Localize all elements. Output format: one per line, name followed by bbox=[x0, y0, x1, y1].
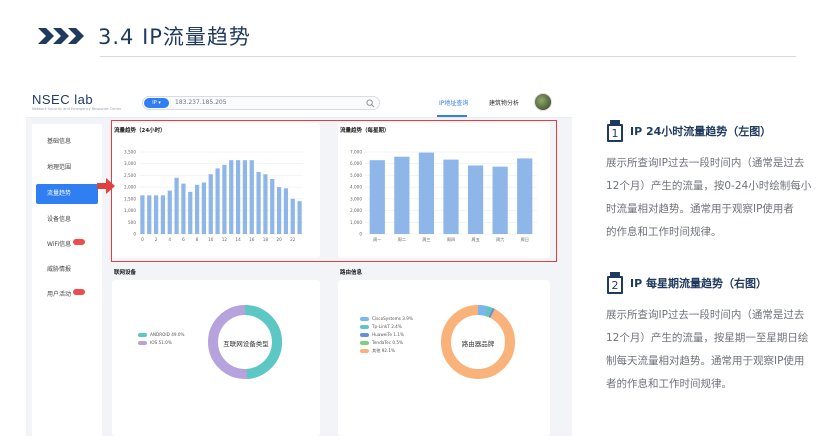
sidebar-item-label: WiFi信息 bbox=[47, 241, 72, 248]
number-badge-label: 2 bbox=[612, 279, 619, 292]
app-screenshot: NSEC lab Network Security and Emergency … bbox=[26, 86, 572, 436]
sidebar-item-geo-range[interactable]: 地理范围 bbox=[32, 158, 102, 178]
number-badge-icon: 1 bbox=[607, 120, 623, 142]
description-hourly: 1 IP 24小时流量趋势（左图） 展示所查询IP过去一段时间内（通常是过去 1… bbox=[606, 120, 826, 244]
sidebar: 基础信息 地理范围 流量趋势 设备信息 WiFi信息 威胁情报 用户活动 bbox=[32, 124, 102, 436]
chevron-right-icon bbox=[38, 28, 84, 44]
app-logo: NSEC lab bbox=[32, 92, 94, 107]
sidebar-item-wifi-info[interactable]: WiFi信息 bbox=[32, 235, 102, 255]
new-badge bbox=[73, 288, 86, 295]
devices-card: ANDROID 49.0% IOS 51.0% 互联网设备类型 bbox=[112, 280, 320, 436]
description-title: IP 每星期流量趋势（右图） bbox=[630, 277, 767, 290]
description-line: 12个月）产生的流量，按星期一至星期日绘 bbox=[606, 332, 809, 344]
router-card: CiscoSystems 3.9% Tp-LinkT 2.4% HuaweiTe… bbox=[338, 280, 550, 436]
highlight-box bbox=[111, 120, 557, 262]
sidebar-item-device-info[interactable]: 设备信息 bbox=[32, 210, 102, 230]
description-line: 展示所查询IP过去一段时间内（通常是过去 bbox=[606, 309, 805, 321]
description-line: 时流量相对趋势。通常用于观察IP使用者 bbox=[606, 203, 794, 215]
donut-center-label: 互联网设备类型 bbox=[223, 340, 269, 348]
sidebar-item-threat-intel[interactable]: 威胁情报 bbox=[32, 260, 102, 280]
donut-center-label: 路由器品牌 bbox=[461, 340, 495, 348]
description-line: 12个月）产生的流量，按0-24小时绘制每小 bbox=[606, 180, 812, 192]
description-line: 的作息和工作时间规律。 bbox=[606, 226, 722, 238]
number-badge-icon: 2 bbox=[607, 272, 623, 294]
sidebar-item-label: 地理范围 bbox=[47, 164, 72, 171]
description-title: IP 24小时流量趋势（左图） bbox=[630, 125, 772, 138]
router-section-title: 路由信息 bbox=[340, 270, 363, 276]
number-badge-label: 1 bbox=[612, 127, 619, 140]
sidebar-item-user-activity[interactable]: 用户活动 bbox=[32, 285, 102, 305]
description-body: 展示所查询IP过去一段时间内（通常是过去 12个月）产生的流量，按0-24小时绘… bbox=[606, 152, 822, 244]
description-body: 展示所查询IP过去一段时间内（通常是过去 12个月）产生的流量，按星期一至星期日… bbox=[606, 304, 822, 396]
device-type-donut bbox=[208, 305, 282, 379]
sidebar-item-label: 威胁情报 bbox=[47, 266, 72, 273]
nav-ip-query[interactable]: IP地址查询 bbox=[439, 98, 468, 107]
header-divider bbox=[100, 56, 796, 57]
description-line: 展示所查询IP过去一段时间内（通常是过去 bbox=[606, 157, 805, 169]
search-input[interactable]: 183.237.185.205 bbox=[175, 99, 227, 106]
search-bar[interactable]: IP ▾ 183.237.185.205 bbox=[142, 96, 380, 110]
avatar[interactable] bbox=[534, 93, 552, 111]
slide-title: 3.4 IP流量趋势 bbox=[98, 25, 251, 49]
description-weekly: 2 IP 每星期流量趋势（右图） 展示所查询IP过去一段时间内（通常是过去 12… bbox=[606, 272, 826, 396]
search-type-select[interactable]: IP ▾ bbox=[144, 98, 169, 108]
slide-header: 3.4 IP流量趋势 bbox=[38, 20, 251, 52]
sidebar-item-label: 用户活动 bbox=[47, 291, 72, 298]
nav-active-indicator bbox=[437, 115, 467, 117]
description-header: 2 IP 每星期流量趋势（右图） bbox=[606, 272, 826, 294]
description-header: 1 IP 24小时流量趋势（左图） bbox=[606, 120, 826, 142]
nav-building-analysis[interactable]: 建筑物分析 bbox=[489, 98, 519, 107]
app-topbar: NSEC lab Network Security and Emergency … bbox=[26, 86, 572, 118]
new-badge bbox=[73, 238, 86, 245]
app-logo-subtitle: Network Security and Emergency Response … bbox=[32, 107, 122, 111]
sidebar-item-basic-info[interactable]: 基础信息 bbox=[32, 132, 102, 152]
router-brand-donut bbox=[441, 305, 515, 379]
search-type-label: IP bbox=[152, 100, 157, 106]
app-content: 基础信息 地理范围 流量趋势 设备信息 WiFi信息 威胁情报 用户活动 流量趋… bbox=[26, 118, 572, 436]
sidebar-item-label: 设备信息 bbox=[47, 216, 72, 223]
description-line: 制每天流量相对趋势。通常用于观察IP使用 bbox=[606, 355, 805, 367]
sidebar-item-label: 基础信息 bbox=[47, 138, 72, 145]
search-icon[interactable] bbox=[366, 99, 375, 108]
sidebar-item-label: 流量趋势 bbox=[47, 190, 72, 197]
description-line: 者的作息和工作时间规律。 bbox=[606, 378, 732, 390]
devices-section-title: 联网设备 bbox=[114, 270, 137, 276]
arrow-right-icon bbox=[97, 178, 115, 194]
sidebar-item-traffic-trend[interactable]: 流量趋势 bbox=[36, 184, 98, 204]
slide: 3.4 IP流量趋势 NSEC lab Network Security and… bbox=[0, 0, 840, 440]
